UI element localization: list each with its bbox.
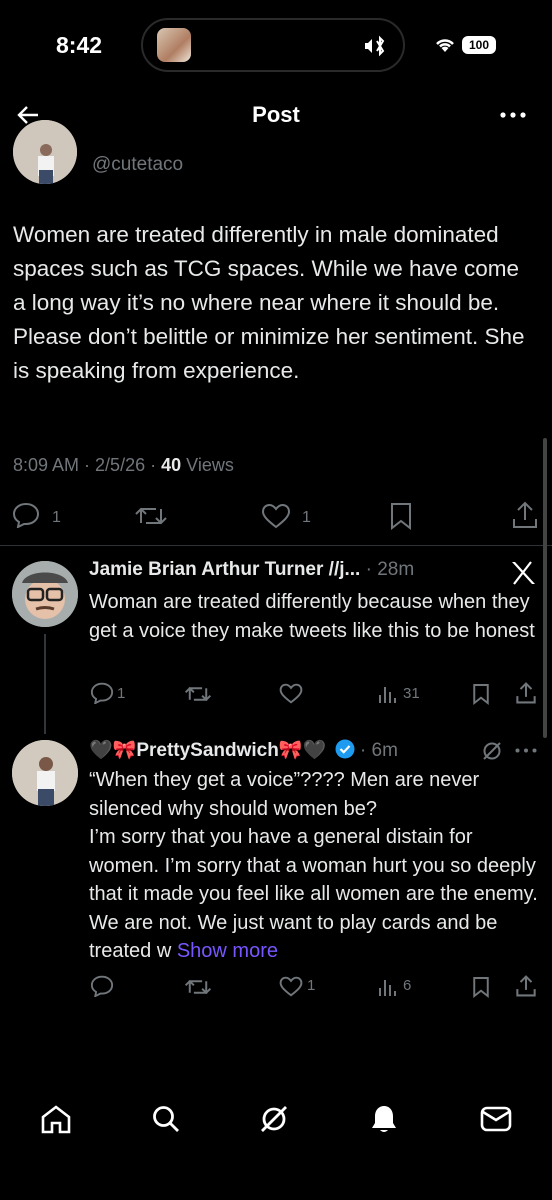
post-time: 8:09 AM (13, 455, 80, 475)
notifications-bell-icon[interactable] (369, 1103, 399, 1135)
reply-icon[interactable] (12, 502, 40, 528)
bluetooth-icon (363, 35, 389, 57)
reply-author-avatar[interactable] (12, 740, 78, 806)
scrollbar[interactable] (543, 438, 547, 738)
reply-header: Jamie Brian Arthur Turner //j... · 28m (89, 559, 415, 580)
more-options-icon[interactable] (500, 112, 526, 118)
views-icon[interactable] (377, 684, 397, 704)
verified-badge-icon (335, 739, 355, 759)
divider (0, 545, 552, 546)
reply-body: “When they get a voice”???? Men are neve… (89, 769, 538, 962)
bookmark-icon[interactable] (472, 683, 490, 705)
status-time: 8:42 (56, 32, 103, 58)
share-icon[interactable] (515, 974, 537, 998)
post-like-count: 1 (302, 509, 311, 526)
reply-header: 🖤🎀PrettySandwich🎀🖤 · 6m (89, 739, 398, 761)
reply-text: “When they get a voice”???? Men are neve… (89, 766, 539, 966)
thread-connector-line (44, 634, 46, 734)
grok-icon[interactable] (258, 1103, 290, 1135)
wifi-icon (434, 37, 456, 53)
reply-view-count: 31 (403, 685, 420, 702)
reply-author-avatar[interactable] (12, 561, 78, 627)
reply-time: 6m (371, 740, 398, 761)
reply-like-count: 1 (307, 977, 316, 994)
reply-icon[interactable] (90, 682, 114, 704)
more-options-icon[interactable] (515, 748, 537, 753)
views-icon[interactable] (377, 977, 397, 997)
share-icon[interactable] (511, 500, 539, 530)
post-date: 2/5/26 (95, 455, 146, 475)
dynamic-island (141, 18, 405, 72)
page-title: Post (252, 102, 300, 127)
home-icon[interactable] (40, 1104, 72, 1134)
grok-icon[interactable] (481, 740, 503, 762)
repost-icon[interactable] (134, 503, 168, 529)
reply-author-name[interactable]: Jamie Brian Arthur Turner //j... (89, 559, 360, 580)
post-author-handle[interactable]: @cutetaco (92, 154, 183, 176)
like-icon[interactable] (279, 683, 303, 704)
search-icon[interactable] (151, 1104, 181, 1134)
bookmark-icon[interactable] (389, 502, 413, 530)
post-author-avatar[interactable] (13, 120, 77, 184)
post-text: Women are treated differently in male do… (13, 222, 525, 383)
post-reply-count: 1 (52, 509, 61, 526)
like-icon[interactable] (261, 503, 291, 529)
reply-reply-count: 1 (117, 685, 126, 702)
repost-icon[interactable] (184, 683, 212, 705)
now-playing-thumbnail (157, 28, 191, 62)
share-icon[interactable] (515, 681, 537, 705)
messages-mail-icon[interactable] (480, 1105, 512, 1133)
x-logo-icon (509, 560, 537, 586)
bookmark-icon[interactable] (472, 976, 490, 998)
reply-time: 28m (377, 559, 415, 580)
post-meta: 8:09 AM · 2/5/26 · 40 Views (13, 455, 234, 475)
reply-view-count: 6 (403, 977, 412, 994)
like-icon[interactable] (279, 976, 303, 997)
show-more-link[interactable]: Show more (177, 940, 278, 962)
reply-icon[interactable] (90, 975, 114, 997)
repost-icon[interactable] (184, 976, 212, 998)
post-views-label: Views (186, 455, 234, 475)
battery-indicator: 100 (462, 36, 496, 54)
reply-author-name[interactable]: 🖤🎀PrettySandwich🎀🖤 (89, 740, 326, 761)
reply-text: Woman are treated differently because wh… (89, 591, 535, 642)
post-views-count: 40 (161, 455, 182, 475)
